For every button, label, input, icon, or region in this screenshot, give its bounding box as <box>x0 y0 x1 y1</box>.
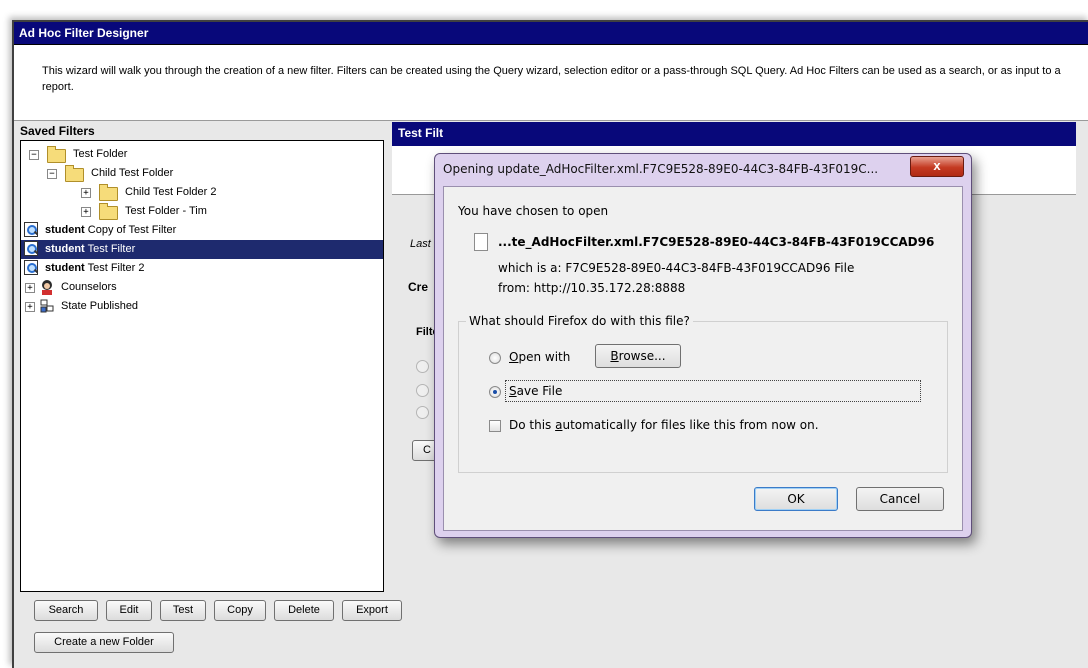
filter-search-icon <box>24 222 38 237</box>
last-modified-label: Last <box>410 238 431 250</box>
tree-item-test-filter-2[interactable]: student Test Filter 2 <box>21 259 383 278</box>
ok-button[interactable]: OK <box>754 487 838 511</box>
counselors-icon <box>42 280 52 295</box>
tree-item-counselors[interactable]: + Counselors <box>21 278 383 297</box>
tree-item-label: Child Test Folder 2 <box>125 186 217 198</box>
open-with-label[interactable]: Open with <box>509 350 570 364</box>
filter-panel-title: Test Filt <box>392 122 1076 146</box>
delete-button[interactable]: Delete <box>274 600 334 621</box>
filter-search-icon <box>24 260 38 275</box>
save-file-focus <box>505 380 921 402</box>
copy-button[interactable]: Copy <box>214 600 266 621</box>
filter-type-radio[interactable] <box>416 360 429 373</box>
filter-search-icon <box>24 241 38 256</box>
chosen-to-open-label: You have chosen to open <box>458 204 609 218</box>
tree-item-test-filter[interactable]: student Test Filter <box>21 240 383 259</box>
file-icon <box>474 233 488 251</box>
test-button[interactable]: Test <box>160 600 206 621</box>
tree-item-label: student Copy of Test Filter <box>45 224 177 236</box>
folder-icon <box>99 184 118 201</box>
folder-icon <box>65 165 84 182</box>
expand-icon[interactable]: + <box>81 188 91 198</box>
file-name: ...te_AdHocFilter.xml.F7C9E528-89E0-44C3… <box>498 235 935 249</box>
expand-icon[interactable]: + <box>25 302 35 312</box>
tree-item-test-folder-tim[interactable]: + Test Folder - Tim <box>21 202 383 221</box>
folder-icon <box>47 146 66 163</box>
close-icon[interactable]: x <box>910 156 964 177</box>
tree-item-label: Counselors <box>61 281 117 293</box>
dialog-title: Opening update_AdHocFilter.xml.F7C9E528-… <box>443 162 879 176</box>
file-type: which is a: F7C9E528-89E0-44C3-84FB-43F0… <box>498 261 855 275</box>
tree-item-label: Child Test Folder <box>91 167 174 179</box>
tree-item-copy-of-test-filter[interactable]: student Copy of Test Filter <box>21 221 383 240</box>
filter-type-radio[interactable] <box>416 384 429 397</box>
intro-panel: This wizard will walk you through the cr… <box>14 45 1088 121</box>
tree-item-label: student Test Filter 2 <box>45 262 145 274</box>
browse-button[interactable]: Browse... <box>595 344 681 368</box>
save-file-label[interactable]: Save File <box>509 384 562 398</box>
expand-icon[interactable]: + <box>81 207 91 217</box>
action-question: What should Firefox do with this file? <box>466 314 693 328</box>
state-published-icon <box>40 299 54 313</box>
save-file-radio[interactable] <box>489 386 501 398</box>
auto-action-checkbox[interactable] <box>489 420 501 432</box>
saved-filters-tree[interactable]: − Test Folder − Child Test Folder + Chil… <box>20 140 384 592</box>
filter-type-radio[interactable] <box>416 406 429 419</box>
expand-icon[interactable]: + <box>25 283 35 293</box>
saved-filters-title: Saved Filters <box>20 124 95 138</box>
create-folder-button[interactable]: Create a new Folder <box>34 632 174 653</box>
tree-item-state-published[interactable]: + State Published <box>21 297 383 316</box>
tree-item-label: student Test Filter <box>45 243 136 255</box>
tree-item-child-test-folder[interactable]: − Child Test Folder <box>21 164 383 183</box>
folder-icon <box>99 203 118 220</box>
tree-item-test-folder[interactable]: − Test Folder <box>21 145 383 164</box>
wizard-description: This wizard will walk you through the cr… <box>42 65 1061 93</box>
file-source: from: http://10.35.172.28:8888 <box>498 281 686 295</box>
tree-item-label: Test Folder <box>73 148 128 160</box>
search-button[interactable]: Search <box>34 600 98 621</box>
tree-item-label: Test Folder - Tim <box>125 205 207 217</box>
download-dialog: Opening update_AdHocFilter.xml.F7C9E528-… <box>434 153 972 538</box>
collapse-icon[interactable]: − <box>47 169 57 179</box>
tree-item-label: State Published <box>61 300 139 312</box>
collapse-icon[interactable]: − <box>29 150 39 160</box>
dialog-body: You have chosen to open ...te_AdHocFilte… <box>443 186 963 531</box>
create-section-label: Cre <box>408 280 429 294</box>
tree-item-child-test-folder-2[interactable]: + Child Test Folder 2 <box>21 183 383 202</box>
cancel-button[interactable]: Cancel <box>856 487 944 511</box>
edit-button[interactable]: Edit <box>106 600 152 621</box>
auto-action-label[interactable]: Do this automatically for files like thi… <box>509 418 819 432</box>
action-options-group: What should Firefox do with this file? O… <box>458 314 948 473</box>
open-with-radio[interactable] <box>489 352 501 364</box>
page-title: Ad Hoc Filter Designer <box>14 22 1088 45</box>
